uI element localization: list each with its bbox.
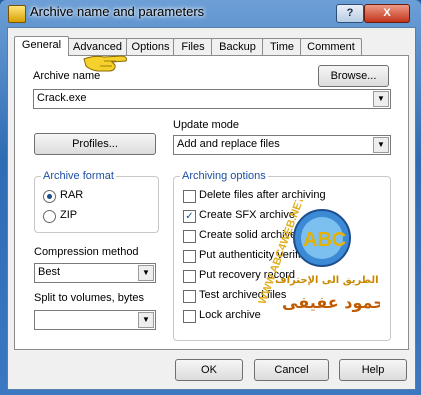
close-button[interactable]: X [364, 4, 410, 23]
tab-comment[interactable]: Comment [300, 38, 362, 55]
compression-label: Compression method [34, 246, 139, 258]
tab-general[interactable]: General [14, 36, 69, 56]
abc-watermark-logo: WWW.ABC4WEB.NET ABC الطريق الى الإحتراف … [257, 200, 380, 312]
delete-files-checkbox[interactable] [183, 190, 196, 203]
update-mode-select[interactable]: Add and replace files ▼ [173, 135, 391, 155]
pointing-hand-icon [83, 55, 127, 72]
watermark-tagline: الطريق الى الإحتراف [275, 275, 379, 286]
zip-label: ZIP [60, 209, 78, 221]
archive-format-title: Archive format [41, 170, 116, 182]
winrar-icon [8, 5, 26, 23]
help-title-button[interactable]: ? [336, 4, 364, 23]
update-mode-label: Update mode [173, 119, 240, 131]
archive-name-dropdown-icon[interactable]: ▼ [373, 91, 389, 107]
tab-files[interactable]: Files [173, 38, 213, 55]
update-mode-value: Add and replace files [177, 138, 280, 150]
help-button[interactable]: Help [339, 359, 407, 381]
test-files-checkbox[interactable] [183, 290, 196, 303]
create-solid-checkbox[interactable] [183, 230, 196, 243]
compression-value: Best [38, 266, 61, 278]
watermark-logo-text: ABC [303, 229, 346, 251]
archive-format-group: Archive format RAR ZIP [34, 170, 159, 233]
dialog-window: Archive name and parameters ? X General … [0, 0, 421, 395]
zip-radio[interactable] [43, 210, 56, 223]
tab-time[interactable]: Time [262, 38, 302, 55]
authenticity-checkbox[interactable] [183, 250, 196, 263]
split-label: Split to volumes, bytes [34, 292, 145, 304]
cancel-button[interactable]: Cancel [254, 359, 329, 381]
archive-name-value: Crack.exe [37, 92, 87, 104]
lock-archive-checkbox[interactable] [183, 310, 196, 323]
watermark-author: محمود عفيفى [282, 293, 380, 312]
tab-options[interactable]: Options [126, 38, 175, 55]
profiles-button[interactable]: Profiles... [34, 133, 156, 155]
split-dropdown-icon[interactable]: ▼ [138, 312, 154, 328]
ok-button[interactable]: OK [175, 359, 243, 381]
split-volumes-combo[interactable]: ▼ [34, 310, 156, 330]
rar-radio[interactable] [43, 190, 56, 203]
compression-dropdown-icon[interactable]: ▼ [138, 265, 154, 281]
archive-name-combo[interactable]: Crack.exe ▼ [33, 89, 391, 109]
create-sfx-checkbox[interactable]: ✓ [183, 210, 196, 223]
recovery-record-checkbox[interactable] [183, 270, 196, 283]
title-bar[interactable]: Archive name and parameters ? X [0, 0, 421, 26]
compression-select[interactable]: Best ▼ [34, 263, 156, 283]
browse-button[interactable]: Browse... [318, 65, 389, 87]
window-title: Archive name and parameters [30, 4, 205, 19]
tab-backup[interactable]: Backup [211, 38, 264, 55]
update-mode-dropdown-icon[interactable]: ▼ [373, 137, 389, 153]
rar-label: RAR [60, 189, 84, 201]
archiving-options-title: Archiving options [180, 170, 268, 182]
